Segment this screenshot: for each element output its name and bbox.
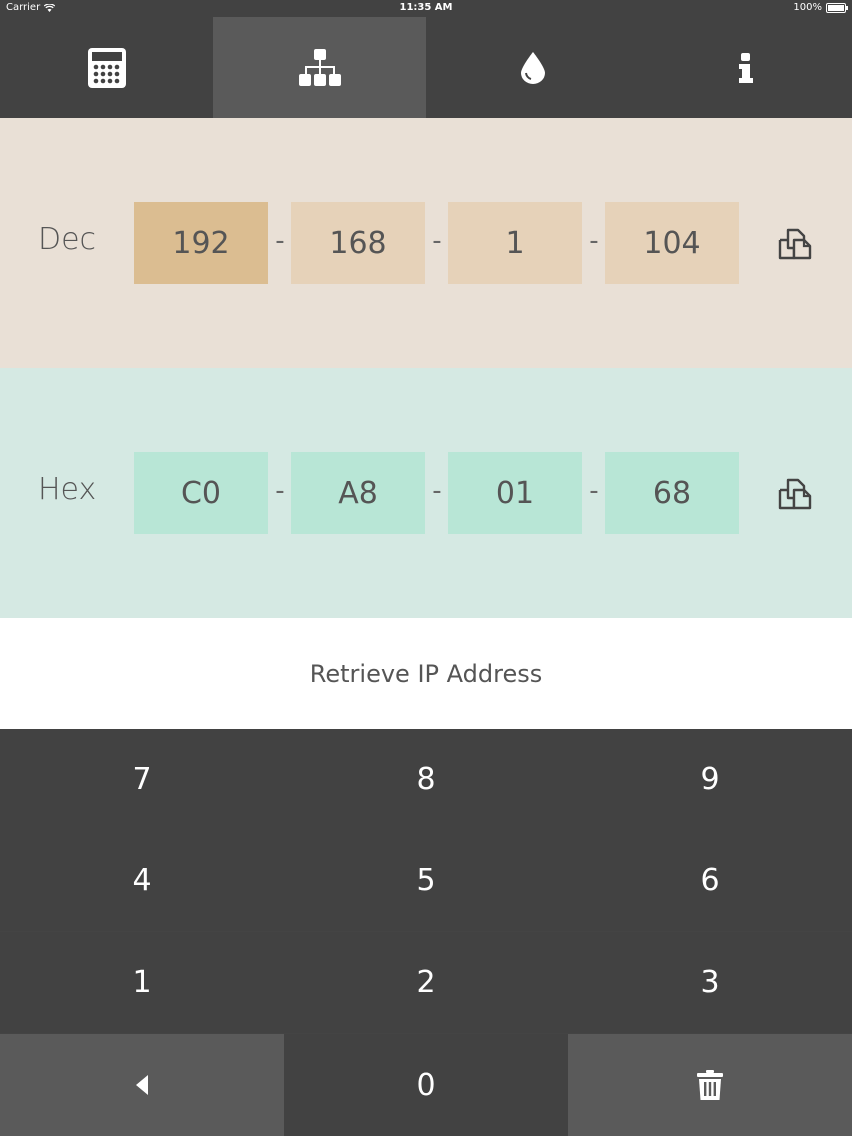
dec-octet-1[interactable]: 192 xyxy=(134,202,268,284)
tab-calculator[interactable] xyxy=(0,17,213,118)
hex-separator: - xyxy=(275,476,285,506)
copy-icon xyxy=(778,478,812,510)
hex-separator: - xyxy=(589,476,599,506)
hex-label: Hex xyxy=(38,472,97,507)
info-icon xyxy=(738,52,753,83)
key-6[interactable]: 6 xyxy=(568,830,852,931)
key-4[interactable]: 4 xyxy=(0,830,284,931)
keypad: 7 8 9 4 5 6 1 2 3 0 xyxy=(0,729,852,1136)
key-9[interactable]: 9 xyxy=(568,729,852,830)
hex-octet-4[interactable]: 68 xyxy=(605,452,739,534)
key-3[interactable]: 3 xyxy=(568,932,852,1033)
dec-label: Dec xyxy=(38,222,97,257)
triangle-left-icon xyxy=(136,1075,148,1095)
hex-panel: Hex C0 - A8 - 01 - 68 xyxy=(0,368,852,618)
key-2[interactable]: 2 xyxy=(284,932,568,1033)
backspace-button[interactable] xyxy=(0,1034,284,1136)
battery-percent: 100% xyxy=(793,2,822,13)
tab-info[interactable] xyxy=(639,17,852,118)
dec-octet-2[interactable]: 168 xyxy=(291,202,425,284)
dec-octet-3[interactable]: 1 xyxy=(448,202,582,284)
tab-color[interactable] xyxy=(426,17,639,118)
dec-panel: Dec 192 - 168 - 1 - 104 xyxy=(0,118,852,368)
key-7[interactable]: 7 xyxy=(0,729,284,830)
retrieve-ip-button[interactable]: Retrieve IP Address xyxy=(0,618,852,729)
trash-icon xyxy=(697,1070,723,1100)
hex-octet-3[interactable]: 01 xyxy=(448,452,582,534)
network-icon xyxy=(298,48,341,86)
clear-button[interactable] xyxy=(568,1034,852,1136)
hex-separator: - xyxy=(432,476,442,506)
dec-copy-button[interactable] xyxy=(776,224,816,264)
dec-octet-4[interactable]: 104 xyxy=(605,202,739,284)
dec-separator: - xyxy=(275,226,285,256)
battery-icon xyxy=(826,2,848,13)
droplet-icon xyxy=(520,51,545,84)
tab-bar xyxy=(0,17,852,118)
copy-icon xyxy=(778,228,812,260)
hex-copy-button[interactable] xyxy=(776,474,816,514)
status-time: 11:35 AM xyxy=(399,2,453,13)
key-8[interactable]: 8 xyxy=(284,729,568,830)
hex-octet-2[interactable]: A8 xyxy=(291,452,425,534)
calculator-icon xyxy=(87,47,126,88)
tab-network[interactable] xyxy=(213,17,426,118)
status-bar: Carrier 11:35 AM 100% xyxy=(0,0,852,17)
key-5[interactable]: 5 xyxy=(284,830,568,931)
status-battery: 100% xyxy=(793,2,848,13)
dec-separator: - xyxy=(589,226,599,256)
key-0[interactable]: 0 xyxy=(284,1034,568,1136)
dec-separator: - xyxy=(432,226,442,256)
hex-octet-1[interactable]: C0 xyxy=(134,452,268,534)
key-1[interactable]: 1 xyxy=(0,932,284,1033)
